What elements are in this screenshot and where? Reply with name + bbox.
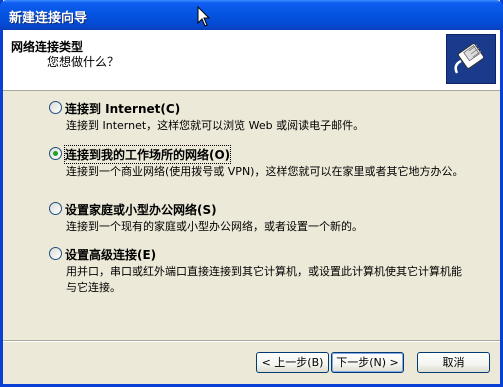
option-internet[interactable]: 连接到 Internet(C) 连接到 Internet，这样您就可以浏览 We… — [49, 100, 469, 134]
title-bar[interactable]: 新建连接向导 — [0, 0, 503, 30]
option-home-network[interactable]: 设置家庭或小型办公网络(S) 连接到一个现有的家庭或小型办公网络，或者设置一个新… — [49, 201, 469, 235]
cancel-button[interactable]: 取消 — [417, 352, 490, 373]
option-workplace-label[interactable]: 连接到我的工作场所的网络(O) — [63, 145, 232, 164]
option-home-network-description: 连接到一个现有的家庭或小型办公网络，或者设置一个新的。 — [66, 220, 363, 233]
option-advanced-description: 用并口，串口或红外端口直接连接到其它计算机，或设置此计算机使其它计算机能与它连接… — [66, 265, 462, 294]
radio-advanced[interactable] — [49, 247, 62, 260]
header-subtitle: 您想做什么？ — [47, 55, 120, 69]
option-advanced-label[interactable]: 设置高级连接(E) — [65, 246, 156, 263]
radio-workplace[interactable] — [49, 147, 62, 160]
option-internet-label[interactable]: 连接到 Internet(C) — [65, 100, 180, 117]
back-button[interactable]: < 上一步(B) — [256, 352, 329, 373]
option-workplace[interactable]: 连接到我的工作场所的网络(O) 连接到一个商业网络(使用拨号或 VPN)，这样您… — [49, 145, 469, 180]
next-button[interactable]: 下一步(N) > — [331, 352, 404, 373]
button-separator — [3, 340, 500, 342]
option-internet-description: 连接到 Internet，这样您就可以浏览 Web 或阅读电子邮件。 — [66, 119, 365, 132]
option-workplace-description: 连接到一个商业网络(使用拨号或 VPN)，这样您就可以在家里或者其它地方办公。 — [66, 165, 464, 178]
radio-internet[interactable] — [49, 101, 62, 114]
option-advanced[interactable]: 设置高级连接(E) 用并口，串口或红外端口直接连接到其它计算机，或设置此计算机使… — [49, 246, 469, 296]
network-cable-plug-icon — [446, 34, 496, 84]
wizard-window: 新建连接向导 网络连接类型 您想做什么？ 连接到 Internet(C) 连接到… — [0, 0, 503, 387]
mouse-pointer-icon — [197, 6, 211, 27]
wizard-header: 网络连接类型 您想做什么？ — [3, 30, 500, 91]
window-title: 新建连接向导 — [9, 11, 88, 26]
option-home-network-label[interactable]: 设置家庭或小型办公网络(S) — [65, 201, 217, 218]
radio-home-network[interactable] — [49, 202, 62, 215]
